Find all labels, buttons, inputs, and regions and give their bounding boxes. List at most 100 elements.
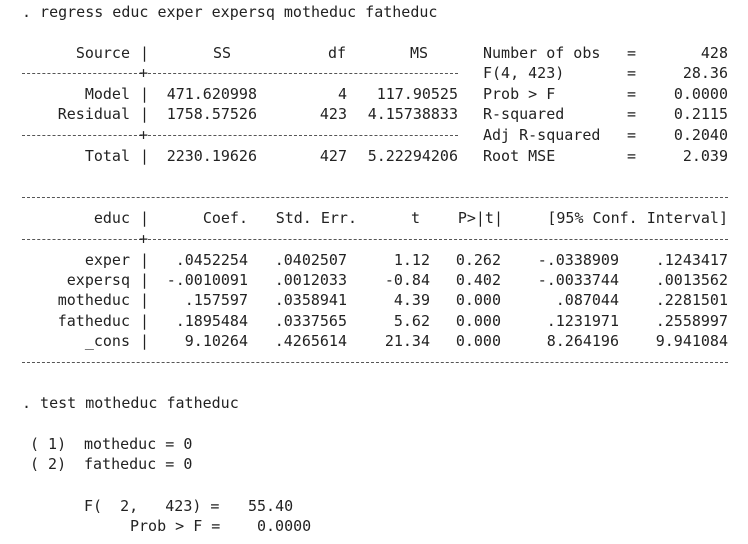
coef-var: exper [84, 251, 130, 269]
coef-var: motheduc [57, 291, 130, 309]
coef-header-t: t [410, 209, 420, 227]
coef-header-ci: [95% Conf. Interval] [547, 209, 728, 227]
anova-header-row: Source | SS df MS Number of obs = 428 [0, 43, 748, 63]
vertical-bar: | [140, 105, 150, 123]
coef-ci-low: .087044 [555, 291, 619, 309]
coef-header-row: educ | Coef. Std. Err. t P>|t| [95% Conf… [0, 208, 748, 228]
coef-se: .4265614 [274, 332, 347, 350]
divider [22, 239, 142, 240]
test-constraint-2: ( 2) fatheduc = 0 [0, 454, 748, 474]
anova-row-residual: Residual | 1758.57526 423 4.15738833 R-s… [0, 104, 748, 124]
coef-header-p: P>|t| [457, 209, 503, 227]
stat-equals: = [627, 85, 637, 103]
stat-value: 0.2115 [673, 105, 728, 123]
stat-equals: = [627, 44, 637, 62]
anova-source: Residual [57, 105, 130, 123]
stat-value: 0.0000 [673, 85, 728, 103]
anova-row-total: Total | 2230.19626 427 5.22294206 Root M… [0, 146, 748, 166]
anova-ms: 4.15738833 [367, 105, 458, 123]
coef-var: fatheduc [57, 312, 130, 330]
anova-df: 427 [319, 147, 347, 165]
test-f-label: F( 2, 423) = [84, 497, 220, 515]
stat-value: 428 [700, 44, 728, 62]
divider-plus: + [139, 230, 149, 248]
vertical-bar: | [140, 209, 150, 227]
coef-row-fatheduc: fatheduc | .1895484 .0337565 5.62 0.000 … [0, 311, 748, 331]
coef-ci-high: .1243417 [655, 251, 728, 269]
anova-header-ms: MS [410, 44, 429, 62]
constraint-number: ( 2) [30, 455, 67, 473]
vertical-bar: | [140, 251, 150, 269]
anova-header-source: Source [75, 44, 130, 62]
stat-label: Adj R-squared [483, 126, 601, 144]
stat-value: 0.2040 [673, 126, 728, 144]
anova-ss: 2230.19626 [166, 147, 257, 165]
coef-row-expersq: expersq | -.0010091 .0012033 -0.84 0.402… [0, 270, 748, 290]
anova-divider-row: + F(4, 423) = 28.36 [0, 63, 748, 83]
coef-header-se: Std. Err. [275, 209, 357, 227]
coef-ci-high: .2281501 [655, 291, 728, 309]
stat-equals: = [627, 64, 637, 82]
stat-equals: = [627, 105, 637, 123]
coef-header-coef: Coef. [202, 209, 248, 227]
regress-command-line: . regress educ exper expersq motheduc fa… [0, 2, 748, 22]
vertical-bar: | [140, 271, 150, 289]
divider [148, 135, 458, 136]
anova-divider-row: + Adj R-squared = 0.2040 [0, 125, 748, 145]
coef-t: 5.62 [393, 312, 430, 330]
coef-ci-low: -.0033744 [537, 271, 619, 289]
stat-label: Prob > F [483, 85, 556, 103]
coef-value: -.0010091 [166, 271, 248, 289]
regress-command: . regress educ exper expersq motheduc fa… [22, 3, 438, 21]
coef-se: .0337565 [274, 312, 347, 330]
constraint-expression: motheduc = 0 [84, 435, 193, 453]
coef-value: 9.10264 [184, 332, 248, 350]
anova-df: 423 [319, 105, 347, 123]
anova-ms: 5.22294206 [367, 147, 458, 165]
constraint-expression: fatheduc = 0 [84, 455, 193, 473]
coef-se: .0012033 [274, 271, 347, 289]
stata-results-window: . regress educ exper expersq motheduc fa… [0, 0, 748, 544]
vertical-bar: | [140, 44, 150, 62]
divider [22, 135, 142, 136]
anova-ss: 471.620998 [166, 85, 257, 103]
stat-label: Number of obs [483, 44, 601, 62]
anova-ss: 1758.57526 [166, 105, 257, 123]
coef-p: 0.000 [455, 312, 501, 330]
coef-t: -0.84 [384, 271, 430, 289]
coef-ci-high: .2558997 [655, 312, 728, 330]
coef-p: 0.402 [455, 271, 501, 289]
anova-source: Total [84, 147, 130, 165]
anova-df: 4 [337, 85, 347, 103]
coef-header-var: educ [93, 209, 130, 227]
coef-row-cons: _cons | 9.10264 .4265614 21.34 0.000 8.2… [0, 331, 748, 351]
constraint-number: ( 1) [30, 435, 67, 453]
stat-label: Root MSE [483, 147, 556, 165]
coef-var: _cons [84, 332, 130, 350]
stat-equals: = [627, 126, 637, 144]
divider-plus: + [139, 64, 149, 82]
coef-ci-low: .1231971 [546, 312, 619, 330]
divider [148, 239, 728, 240]
coef-divider-row: + [0, 229, 748, 249]
coef-ci-low: -.0338909 [537, 251, 619, 269]
divider [148, 73, 458, 74]
coef-bottom-rule [0, 352, 748, 372]
divider [22, 73, 142, 74]
coef-row-motheduc: motheduc | .157597 .0358941 4.39 0.000 .… [0, 290, 748, 310]
vertical-bar: | [140, 312, 150, 330]
vertical-bar: | [140, 291, 150, 309]
coef-t: 21.34 [384, 332, 430, 350]
anova-row-model: Model | 471.620998 4 117.90525 Prob > F … [0, 84, 748, 104]
coef-se: .0358941 [274, 291, 347, 309]
test-prob-row: Prob > F = 0.0000 [0, 516, 748, 536]
test-command: . test motheduc fatheduc [22, 394, 239, 412]
coef-value: .157597 [184, 291, 248, 309]
coef-value: .1895484 [175, 312, 248, 330]
stat-label: R-squared [483, 105, 565, 123]
coef-ci-high: .0013562 [655, 271, 728, 289]
vertical-bar: | [140, 85, 150, 103]
vertical-bar: | [140, 147, 150, 165]
coef-p: 0.000 [455, 291, 501, 309]
divider-plus: + [139, 126, 149, 144]
